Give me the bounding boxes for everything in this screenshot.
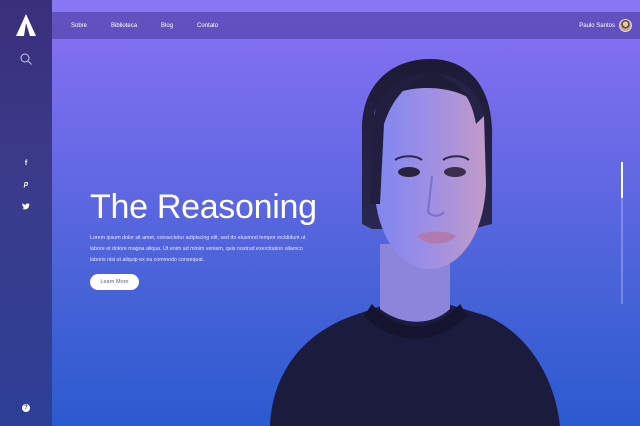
nav-item-blog[interactable]: Blog bbox=[161, 23, 173, 29]
nav-item-contato[interactable]: Contato bbox=[197, 23, 218, 29]
twitter-icon[interactable] bbox=[22, 203, 30, 210]
pinterest-icon[interactable]: p bbox=[0, 181, 52, 188]
facebook-icon[interactable]: f bbox=[0, 160, 52, 167]
logo-icon[interactable] bbox=[16, 14, 36, 36]
hero-description: Lorem ipsum dolor sit amet, consectetur … bbox=[90, 235, 306, 263]
user-name[interactable]: Paulo Santos bbox=[579, 23, 615, 29]
nav-item-sobre[interactable]: Sobre bbox=[71, 23, 87, 29]
hero-title: The Reasoning bbox=[90, 188, 317, 226]
sidebar: f p ? bbox=[0, 0, 52, 426]
main-nav: Sobre Biblioteca Blog Contato bbox=[71, 23, 242, 29]
top-navigation-bar: Sobre Biblioteca Blog Contato Paulo Sant… bbox=[52, 12, 640, 39]
help-icon[interactable]: ? bbox=[22, 404, 30, 412]
scroll-thumb[interactable] bbox=[621, 162, 623, 198]
top-strip bbox=[52, 0, 640, 12]
search-icon[interactable] bbox=[20, 53, 32, 65]
learn-more-button[interactable]: Learn More bbox=[90, 274, 139, 290]
nav-item-biblioteca[interactable]: Biblioteca bbox=[111, 23, 137, 29]
avatar[interactable] bbox=[619, 19, 632, 32]
user-menu[interactable]: Paulo Santos bbox=[579, 19, 632, 32]
